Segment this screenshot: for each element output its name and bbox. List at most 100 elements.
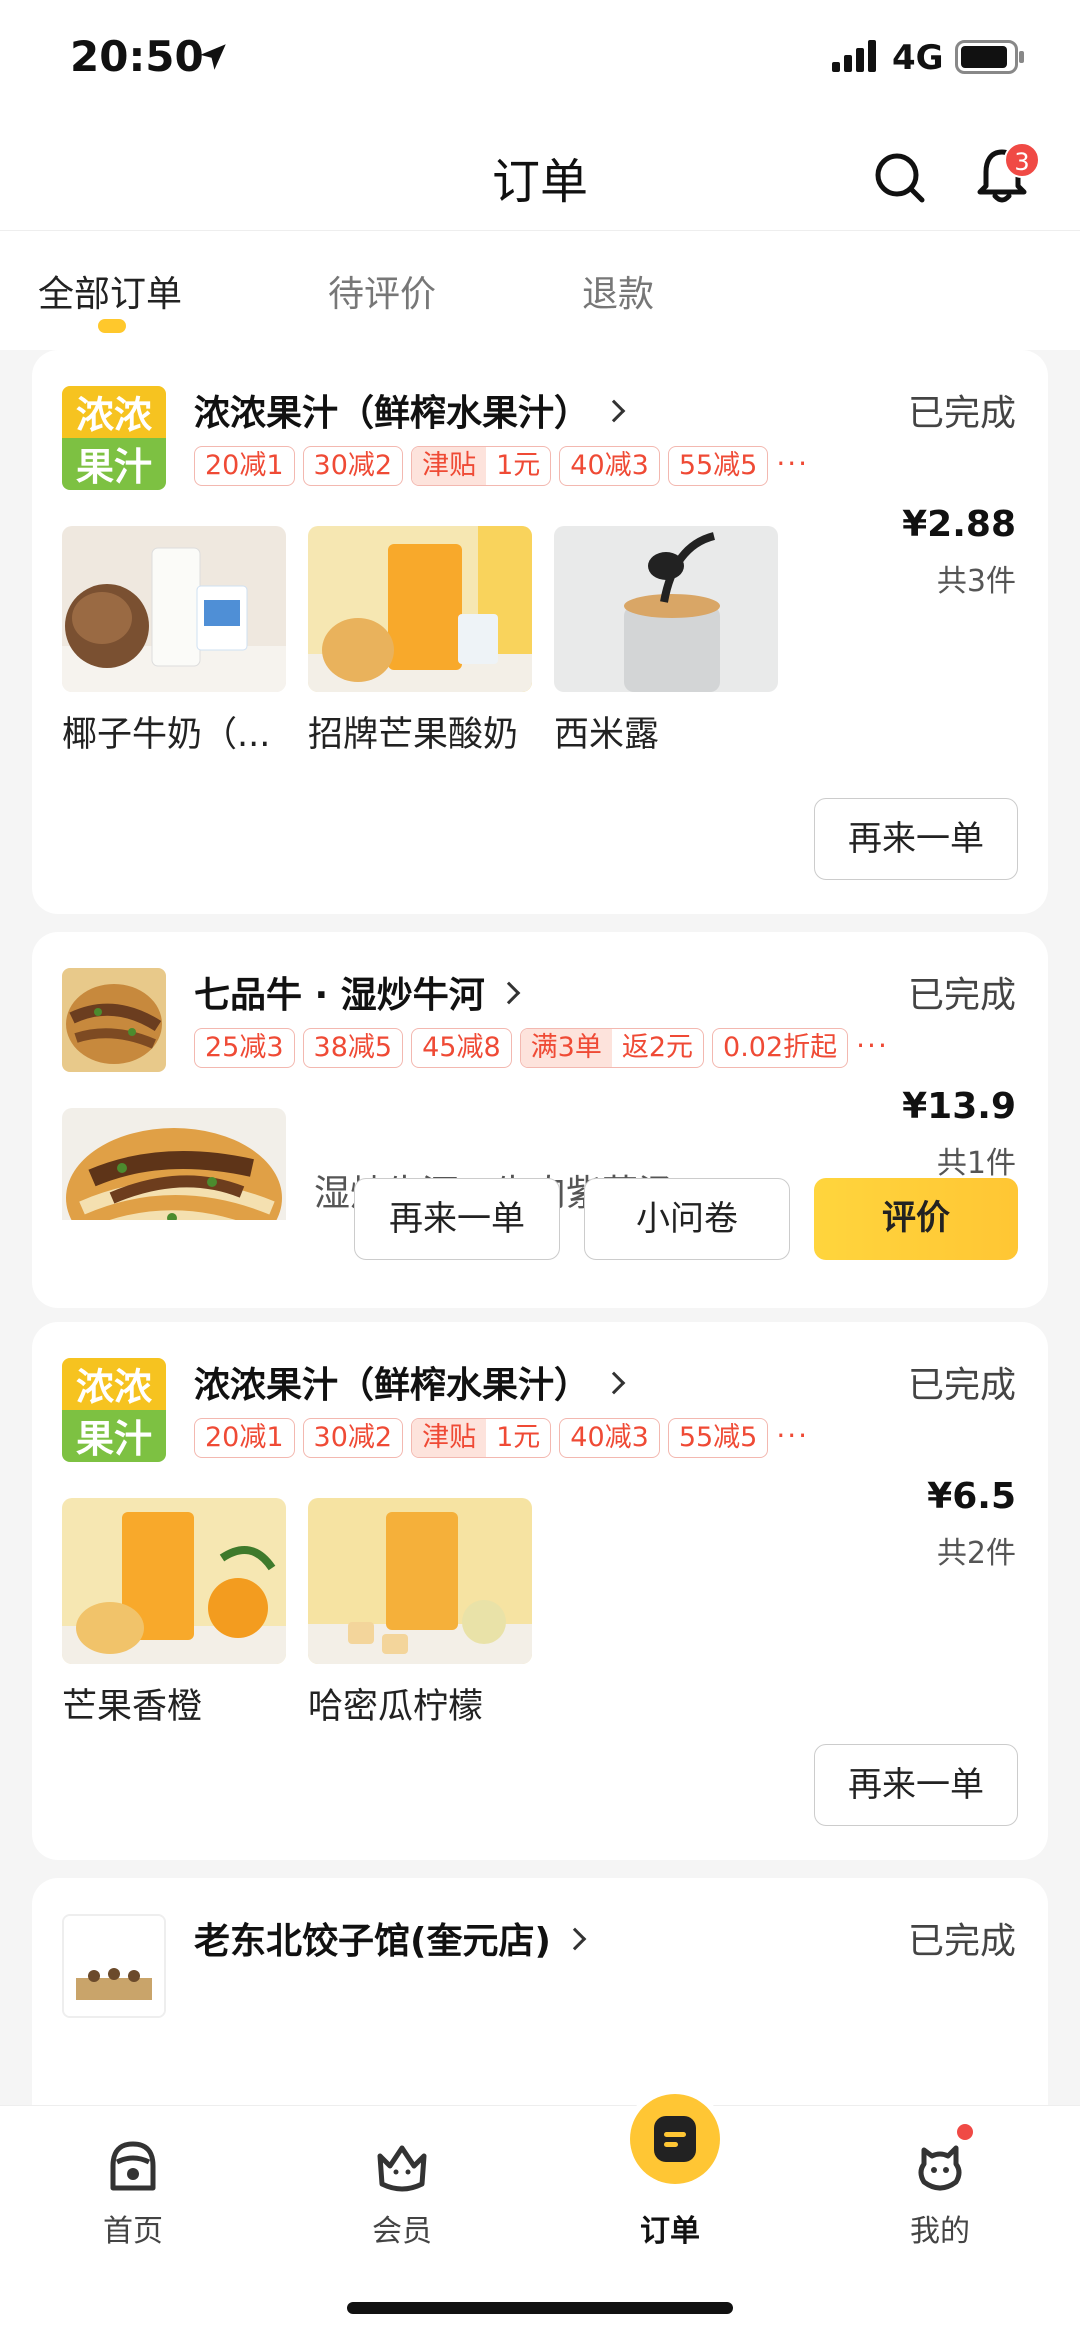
order-card[interactable]: 老东北饺子馆(奎元店) 已完成 (32, 1878, 1048, 2105)
promo-tag: 20减1 (194, 1418, 295, 1458)
item-name: 椰子牛奶（... (62, 715, 271, 755)
nav-home[interactable]: 首页 (58, 2106, 208, 2256)
shop-name-link[interactable]: 浓浓果汁（鲜榨水果汁） (194, 384, 626, 436)
item-image (62, 526, 286, 692)
promo-tag: 38减5 (302, 1028, 404, 1068)
active-tab-indicator (98, 319, 126, 333)
reorder-button[interactable]: 再来一单 (814, 798, 1018, 880)
tab-all-orders[interactable]: 全部订单 (38, 265, 182, 317)
location-arrow-icon (200, 44, 226, 70)
item-image (308, 1498, 532, 1664)
order-list[interactable]: 浓浓 果汁 浓浓果汁（鲜榨水果汁） 已完成 20减1 30减2 津贴 1元 40减3 55… (0, 350, 1080, 2105)
search-icon[interactable] (872, 150, 926, 204)
logo-text-line1: 浓浓 (76, 393, 153, 437)
item-image (62, 1498, 286, 1664)
home-face-icon (110, 2141, 156, 2191)
nav-label: 首页 (103, 2214, 163, 2249)
network-label: 4G (892, 38, 944, 78)
nav-profile[interactable]: 我的 (865, 2106, 1015, 2256)
reorder-button[interactable]: 再来一单 (354, 1178, 560, 1260)
order-item[interactable]: 西米露 (554, 526, 778, 757)
review-button[interactable]: 评价 (814, 1178, 1018, 1260)
order-item[interactable]: 招牌芒果酸奶 (308, 526, 532, 757)
tab-refund[interactable]: 退款 (582, 265, 654, 317)
promo-tags: 25减3 38减5 45减8 满3单 返2元 0.02折起 ··· (194, 1028, 889, 1068)
logo-text-line2: 果汁 (76, 1417, 152, 1461)
nav-label: 我的 (910, 2214, 970, 2249)
order-item[interactable]: 哈密瓜柠檬 (308, 1498, 532, 1729)
chevron-right-icon (602, 399, 626, 423)
more-promos-icon[interactable]: ··· (856, 1028, 889, 1064)
shop-name: 浓浓果汁（鲜榨水果汁） (194, 393, 591, 434)
promo-tag: 30减2 (302, 446, 404, 486)
shop-name-link[interactable]: 浓浓果汁（鲜榨水果汁） (194, 1356, 626, 1408)
subsidy-amount: 1元 (496, 1422, 541, 1453)
cashback-promo-tag: 满3单 返2元 (519, 1028, 705, 1068)
logo-text-line1: 浓浓 (76, 1365, 153, 1409)
order-price: ¥13.9 (902, 1086, 1016, 1127)
promo-tag: 40减3 (559, 1418, 660, 1458)
more-promos-icon[interactable]: ··· (776, 446, 809, 482)
promo-tags: 20减1 30减2 津贴 1元 40减3 55减5 ··· (194, 1418, 809, 1458)
shop-name-link[interactable]: 七品牛 · 湿炒牛河 (194, 966, 521, 1018)
order-price: ¥6.5 (927, 1476, 1016, 1517)
nav-label: 订单 (640, 2214, 700, 2249)
promo-tags: 20减1 30减2 津贴 1元 40减3 55减5 ··· (194, 446, 809, 486)
promo-tag: 30减2 (302, 1418, 404, 1458)
item-count: 共3件 (936, 564, 1016, 599)
order-card-actions: 再来一单 小问卷 评价 (32, 1178, 1048, 1308)
shop-logo (62, 968, 166, 1072)
item-name: 西米露 (554, 715, 660, 755)
logo-text-line2: 果汁 (76, 445, 152, 489)
promo-tag: 20减1 (194, 446, 295, 486)
item-image (308, 526, 532, 692)
order-card[interactable]: 浓浓 果汁 浓浓果汁（鲜榨水果汁） 已完成 20减1 30减2 津贴 1元 40减3 55… (32, 1322, 1048, 1860)
battery-icon (955, 40, 1024, 74)
nav-member[interactable]: 会员 (327, 2106, 477, 2256)
reorder-button[interactable]: 再来一单 (814, 1744, 1018, 1826)
subsidy-promo-tag: 津贴 1元 (411, 446, 552, 486)
cashback-condition: 满3单 (520, 1029, 612, 1067)
more-promos-icon[interactable]: ··· (776, 1418, 809, 1454)
order-price: ¥2.88 (902, 504, 1016, 545)
home-indicator (347, 2302, 733, 2314)
shop-name-link[interactable]: 老东北饺子馆(奎元店) (194, 1912, 587, 1964)
cashback-amount: 返2元 (621, 1032, 694, 1063)
item-image (554, 526, 778, 692)
shop-logo: 浓浓 果汁 (62, 1358, 166, 1462)
promo-tag: 55减5 (667, 1418, 769, 1458)
notification-dot (957, 2124, 973, 2140)
order-status: 已完成 (907, 1365, 1016, 1406)
chevron-right-icon (602, 1371, 626, 1395)
item-name: 哈密瓜柠檬 (308, 1687, 484, 1727)
order-icon (630, 2094, 720, 2184)
order-item[interactable]: 芒果香橙 (62, 1498, 286, 1729)
promo-tag: 0.02折起 (712, 1028, 849, 1068)
member-crown-icon (377, 2145, 427, 2192)
order-item[interactable]: 椰子牛奶（... (62, 526, 286, 757)
notification-badge: 3 (1004, 142, 1040, 178)
promo-tag: 45减8 (411, 1028, 512, 1068)
order-tabs: 全部订单 待评价 退款 (0, 230, 1080, 350)
subsidy-amount: 1元 (496, 450, 541, 481)
chevron-right-icon (497, 981, 521, 1005)
tab-pending-review[interactable]: 待评价 (328, 265, 436, 317)
subsidy-label: 津贴 (412, 1419, 487, 1457)
profile-icon (918, 2145, 962, 2191)
order-card[interactable]: 浓浓 果汁 浓浓果汁（鲜榨水果汁） 已完成 20减1 30减2 津贴 1元 40减3 55… (32, 350, 1048, 914)
promo-tag: 55减5 (667, 446, 769, 486)
survey-button[interactable]: 小问卷 (584, 1178, 790, 1260)
order-status: 已完成 (907, 1921, 1016, 1962)
subsidy-label: 津贴 (412, 447, 487, 485)
shop-name: 浓浓果汁（鲜榨水果汁） (194, 1365, 591, 1406)
nav-orders[interactable]: 订单 (595, 2094, 745, 2256)
chevron-right-icon (563, 1927, 587, 1951)
item-name: 芒果香橙 (62, 1687, 203, 1727)
subsidy-promo-tag: 津贴 1元 (411, 1418, 552, 1458)
header: 订单 3 (0, 120, 1080, 230)
shop-logo (62, 1914, 166, 2018)
nav-label: 会员 (372, 2214, 432, 2249)
shop-name: 七品牛 · 湿炒牛河 (194, 975, 485, 1016)
promo-tag: 25减3 (194, 1028, 295, 1068)
item-name: 招牌芒果酸奶 (308, 715, 519, 755)
